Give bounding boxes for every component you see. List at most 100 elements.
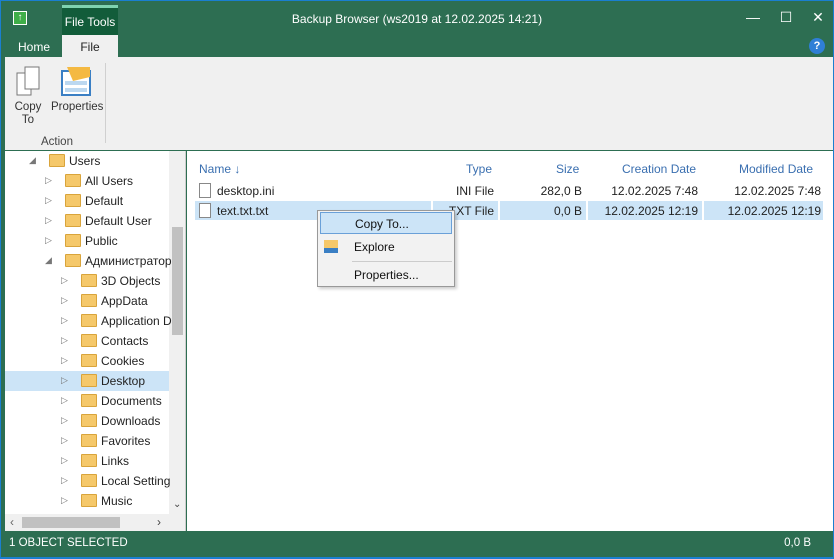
scroll-thumb[interactable] [172, 227, 183, 335]
file-icon [199, 203, 211, 218]
tree-item[interactable]: ▷ AppData [5, 291, 169, 311]
folder-icon [81, 334, 97, 347]
tree-horizontal-scrollbar[interactable]: ‹ › [5, 514, 185, 531]
tab-file[interactable]: File [62, 35, 118, 58]
file-row[interactable]: text.txt.txt TXT File 0,0 B 12.02.2025 1… [195, 201, 823, 221]
file-created: 12.02.2025 12:19 [588, 201, 702, 220]
tree-item-label: AppData [101, 294, 148, 308]
tree-item[interactable]: ▷ 3D Objects [5, 271, 169, 291]
collapsed-arrow-icon[interactable]: ▷ [45, 215, 52, 226]
file-modified: 12.02.2025 7:48 [734, 184, 821, 198]
tree-item[interactable]: ▷ Public [5, 231, 169, 251]
tree-item[interactable]: ▷ All Users [5, 171, 169, 191]
tree-item[interactable]: ▷ Cookies [5, 351, 169, 371]
copy-to-label: Copy To [14, 101, 42, 126]
tree-item-label: Users [69, 154, 101, 168]
column-header-name[interactable]: Name ↓ [199, 162, 240, 176]
properties-button[interactable]: Properties [51, 65, 104, 114]
folder-icon [81, 474, 97, 487]
tree-item[interactable]: ▷ Contacts [5, 331, 169, 351]
maximize-button[interactable]: ☐ [776, 9, 796, 26]
file-row[interactable]: desktop.ini INI File 282,0 B 12.02.2025 … [195, 181, 823, 201]
tree-item-label: Администратор [85, 254, 172, 268]
folder-icon [81, 274, 97, 287]
menu-separator [352, 261, 452, 262]
folder-icon [81, 414, 97, 427]
collapsed-arrow-icon[interactable]: ▷ [61, 475, 68, 486]
folder-icon [81, 434, 97, 447]
file-list: Name ↓ Type Size Creation Date Modified … [187, 151, 833, 531]
minimize-button[interactable]: — [743, 9, 763, 25]
collapsed-arrow-icon[interactable]: ▷ [45, 175, 52, 186]
tree-item[interactable]: ▷ Default [5, 191, 169, 211]
collapsed-arrow-icon[interactable]: ▷ [61, 295, 68, 306]
close-button[interactable]: ✕ [808, 9, 828, 26]
copy-icon [16, 66, 40, 96]
status-selection: 1 OBJECT SELECTED [9, 537, 128, 549]
menu-item-copy-to[interactable]: Copy To... [320, 212, 452, 234]
tree-item-label: Downloads [101, 414, 161, 428]
folder-icon [81, 374, 97, 387]
properties-label: Properties [51, 101, 104, 113]
tree-item-label: Links [101, 454, 130, 468]
collapsed-arrow-icon[interactable]: ▷ [61, 455, 68, 466]
tab-home[interactable]: Home [5, 35, 63, 58]
collapsed-arrow-icon[interactable]: ▷ [61, 315, 68, 326]
folder-icon [81, 494, 97, 507]
tree-item[interactable]: ◢ Администратор [5, 251, 172, 271]
folder-icon [65, 174, 81, 187]
menu-item-properties[interactable]: Properties... [320, 264, 452, 286]
collapsed-arrow-icon[interactable]: ▷ [61, 435, 68, 446]
folder-icon [49, 154, 65, 167]
tree-item[interactable]: ▷ Default User [5, 211, 169, 231]
tree-item-label: Favorites [101, 434, 151, 448]
collapsed-arrow-icon[interactable]: ▷ [61, 495, 68, 506]
folder-icon [65, 254, 81, 267]
menu-item-explore[interactable]: Explore [320, 236, 452, 258]
collapsed-arrow-icon[interactable]: ▷ [61, 355, 68, 366]
column-header-modified-date[interactable]: Modified Date [739, 162, 813, 176]
tree-item[interactable]: ▷ Favorites [5, 431, 169, 451]
status-bar: 1 OBJECT SELECTED 0,0 B [1, 531, 833, 555]
file-size: 282,0 B [540, 184, 582, 198]
collapsed-arrow-icon[interactable]: ▷ [61, 415, 68, 426]
file-size: 0,0 B [500, 201, 586, 220]
column-header-type[interactable]: Type [466, 162, 492, 176]
expanded-arrow-icon[interactable]: ◢ [29, 155, 36, 166]
tree-item-label: Application D [101, 314, 172, 328]
properties-icon [61, 67, 91, 96]
tree-item-label: Contacts [101, 334, 149, 348]
tree-vertical-scrollbar[interactable]: ⌄ [169, 151, 185, 514]
copy-to-button[interactable]: Copy To [13, 65, 43, 127]
tree-item-label: Cookies [101, 354, 145, 368]
tree-item[interactable]: ▷ Music [5, 491, 169, 511]
tree-item[interactable]: ▷ Application D [5, 311, 172, 331]
column-header-size[interactable]: Size [556, 162, 579, 176]
collapsed-arrow-icon[interactable]: ▷ [45, 235, 52, 246]
file-name: text.txt.txt [217, 204, 269, 218]
collapsed-arrow-icon[interactable]: ▷ [61, 335, 68, 346]
window-title: Backup Browser (ws2019 at 12.02.2025 14:… [291, 12, 543, 26]
folder-icon [81, 354, 97, 367]
tree-item[interactable]: ▷ Downloads [5, 411, 169, 431]
collapsed-arrow-icon[interactable]: ▷ [61, 395, 68, 406]
expanded-arrow-icon[interactable]: ◢ [45, 255, 52, 266]
collapsed-arrow-icon[interactable]: ▷ [61, 375, 68, 386]
tree-item[interactable]: ▷ Desktop [5, 371, 169, 391]
collapsed-arrow-icon[interactable]: ▷ [45, 195, 52, 206]
folder-icon [65, 214, 81, 227]
tree-item[interactable]: ▷ Documents [5, 391, 169, 411]
tree-item[interactable]: ◢ Users [5, 151, 169, 171]
explore-icon [324, 240, 338, 253]
tree-item-label: All Users [85, 174, 134, 188]
tree-item[interactable]: ▷ Local Setting [5, 471, 170, 491]
column-header-creation-date[interactable]: Creation Date [622, 162, 696, 176]
help-icon[interactable]: ? [809, 38, 825, 54]
tree-item-label: Default [85, 194, 124, 208]
tree-item-label: Desktop [101, 374, 146, 388]
file-name: desktop.ini [217, 184, 275, 198]
file-icon [199, 183, 211, 198]
tree-item[interactable]: ▷ Links [5, 451, 169, 471]
file-modified: 12.02.2025 12:19 [704, 201, 823, 220]
collapsed-arrow-icon[interactable]: ▷ [61, 275, 68, 286]
